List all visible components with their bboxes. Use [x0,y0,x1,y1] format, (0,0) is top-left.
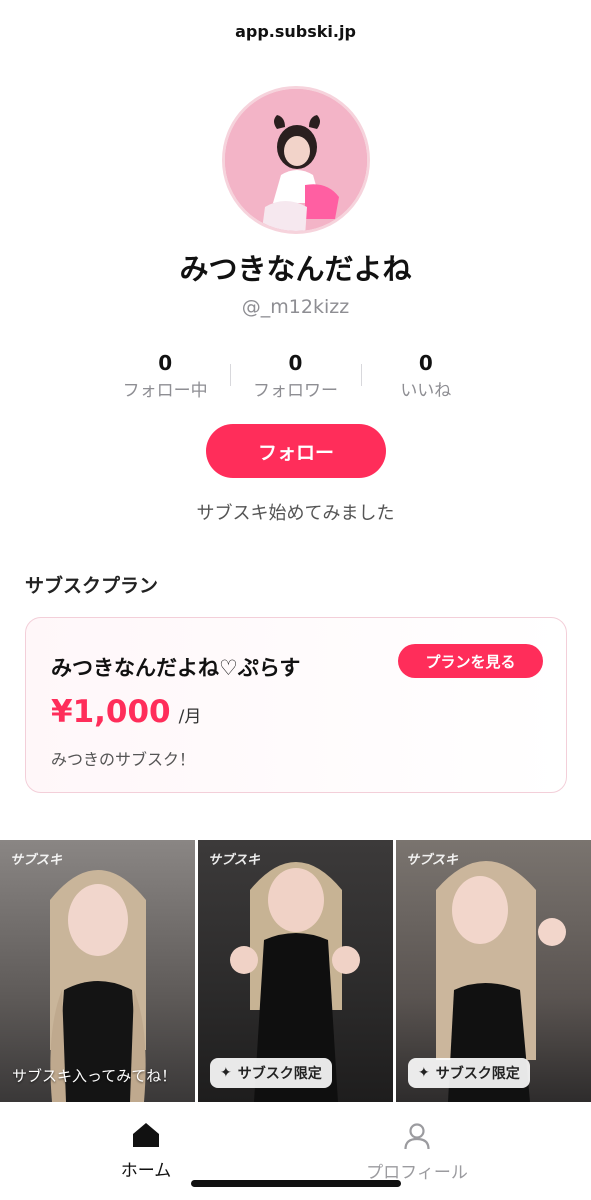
post-caption: サブスキ入ってみてね！ [12,1067,177,1085]
plans-section-title: サブスクプラン [25,575,159,597]
stat-likes[interactable]: 0 いいね [360,350,491,402]
post-watermark: サブスキ [406,853,459,868]
post-tile[interactable]: サブスキ ✦ サブスク限定 [396,840,591,1102]
stat-likes-count: 0 [418,351,433,375]
badge-label: サブスク限定 [435,1066,520,1082]
follow-button[interactable]: フォロー [206,424,386,478]
stat-following[interactable]: 0 フォロー中 [100,350,230,402]
post-photo [50,870,146,1102]
plan-price-row: ¥1,000 /月 [51,694,201,730]
profile-avatar [222,86,370,234]
stat-following-label: フォロー中 [122,381,208,401]
subscription-only-badge: ✦ サブスク限定 [408,1058,530,1088]
user-handle: @_m12kizz [241,296,350,318]
view-plan-button[interactable]: プランを見る [398,644,543,678]
post-grid: サブスキ サブスキ入ってみてね！ サブスキ ✦ サブスク限定 サブスキ ✦ サブ… [0,840,591,1102]
stat-followers-count: 0 [288,351,303,375]
sparkle-icon: ✦ [418,1065,430,1081]
stat-followers-label: フォロワー [252,381,338,401]
tab-profile[interactable]: プロフィール [337,1122,497,1183]
person-icon [404,1123,430,1150]
plan-price-unit: /月 [178,707,202,727]
plan-description: みつきのサブスク！ [51,750,196,769]
plan-card[interactable]: みつきなんだよね♡ぷらす プランを見る ¥1,000 /月 みつきのサブスク！ [25,617,567,793]
profile-stats: 0 フォロー中 0 フォロワー 0 いいね [100,350,491,402]
profile-bio: サブスキ始めてみました [196,503,395,524]
plan-name: みつきなんだよね♡ぷらす [51,656,301,680]
post-tile[interactable]: サブスキ サブスキ入ってみてね！ [0,840,195,1102]
browser-url[interactable]: app.subski.jp [0,22,591,41]
post-watermark: サブスキ [10,853,63,868]
stat-likes-label: いいね [400,381,452,401]
stat-followers[interactable]: 0 フォロワー [230,350,360,402]
tab-home-label: ホーム [120,1161,172,1181]
tab-home[interactable]: ホーム [66,1122,226,1181]
stat-following-count: 0 [158,351,173,375]
home-indicator[interactable] [191,1180,401,1187]
subscription-only-badge: ✦ サブスク限定 [210,1058,332,1088]
display-name: みつきなんだよね [179,252,412,286]
plan-price: ¥1,000 [51,694,171,730]
home-icon [133,1123,159,1147]
post-watermark: サブスキ [208,853,261,868]
badge-label: サブスク限定 [237,1066,322,1082]
sparkle-icon: ✦ [220,1065,232,1081]
avatar-photo [225,89,367,231]
post-tile[interactable]: サブスキ ✦ サブスク限定 [198,840,393,1102]
